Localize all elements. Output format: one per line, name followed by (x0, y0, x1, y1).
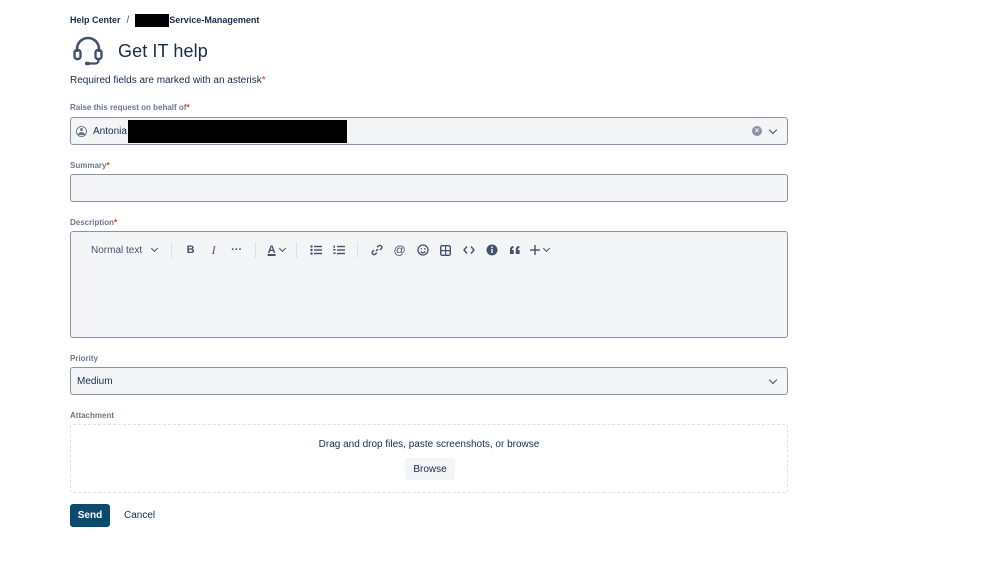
send-button[interactable]: Send (70, 504, 110, 527)
italic-button[interactable]: I (202, 242, 225, 258)
required-asterisk: * (186, 103, 190, 112)
toolbar-divider (357, 242, 359, 258)
redacted-block (127, 119, 347, 143)
redacted-block (135, 13, 170, 27)
toolbar-divider (171, 242, 173, 258)
priority-label: Priority (70, 354, 99, 363)
plus-icon (529, 245, 540, 255)
breadcrumb-separator: / (126, 14, 130, 26)
required-asterisk: * (261, 75, 266, 86)
selected-person-name: Antonia (93, 125, 127, 137)
summary-label: Summary* (70, 161, 110, 170)
required-note-text: Required fields are marked with an aster… (70, 75, 262, 86)
on-behalf-label-text: Raise this request on behalf of (70, 103, 187, 112)
bullet-list-button[interactable] (304, 242, 327, 258)
emoji-button[interactable] (411, 242, 434, 258)
code-icon (462, 246, 475, 254)
browse-button[interactable]: Browse (405, 458, 455, 480)
numbered-list-button[interactable] (327, 242, 350, 258)
chevron-down-icon[interactable] (768, 375, 778, 385)
cancel-button[interactable]: Cancel (124, 504, 155, 527)
required-asterisk: * (106, 161, 110, 170)
required-fields-note: Required fields are marked with an aster… (70, 75, 266, 86)
table-button[interactable] (434, 242, 457, 258)
description-label-text: Description (70, 218, 115, 227)
summary-input[interactable] (70, 174, 788, 202)
toolbar-divider (296, 242, 298, 258)
emoji-icon (416, 244, 429, 256)
text-style-dropdown[interactable]: Normal text (91, 242, 159, 258)
headset-icon (72, 36, 104, 66)
breadcrumb: Help Center / Service-Management (70, 13, 259, 27)
editor-toolbar: Normal text B I ··· A @ (91, 242, 552, 258)
breadcrumb-portal-link[interactable]: Service-Management (169, 15, 259, 25)
attachment-dropzone[interactable]: Drag and drop files, paste screenshots, … (70, 424, 788, 493)
text-color-button[interactable]: A (263, 242, 289, 258)
info-icon (486, 244, 498, 256)
code-button[interactable] (457, 242, 480, 258)
bold-button[interactable]: B (179, 242, 202, 258)
priority-value: Medium (77, 375, 113, 387)
priority-select[interactable]: Medium (70, 367, 788, 395)
dropzone-instructions: Drag and drop files, paste screenshots, … (318, 439, 540, 450)
breadcrumb-help-center-link[interactable]: Help Center (70, 15, 121, 25)
chevron-down-icon (151, 244, 159, 253)
text-style-label: Normal text (91, 244, 143, 256)
mention-button[interactable]: @ (388, 242, 411, 258)
text-color-icon: A (267, 244, 276, 256)
numbered-list-icon (332, 245, 345, 255)
quote-icon (509, 246, 520, 254)
description-editor[interactable]: Normal text B I ··· A @ (70, 231, 788, 338)
insert-more-button[interactable] (526, 242, 552, 258)
page-title: Get IT help (118, 40, 208, 61)
summary-label-text: Summary (70, 161, 107, 170)
table-icon (440, 244, 452, 256)
avatar (76, 125, 87, 137)
on-behalf-label: Raise this request on behalf of* (70, 103, 190, 112)
toolbar-divider (255, 242, 257, 258)
bullet-list-icon (309, 245, 322, 255)
chevron-down-icon (542, 244, 550, 253)
chevron-down-icon[interactable] (768, 125, 778, 135)
description-label: Description* (70, 218, 117, 227)
link-button[interactable] (365, 242, 388, 258)
clear-icon[interactable]: × (752, 126, 762, 136)
attachment-label: Attachment (70, 411, 115, 420)
page-header: Get IT help (72, 36, 208, 66)
mention-icon: @ (393, 243, 406, 257)
info-panel-button[interactable] (480, 242, 503, 258)
quote-button[interactable] (503, 242, 526, 258)
more-formatting-button[interactable]: ··· (225, 242, 248, 258)
on-behalf-select[interactable]: Antonia × (70, 117, 788, 145)
chevron-down-icon (278, 244, 286, 253)
required-asterisk: * (114, 218, 118, 227)
link-icon (371, 244, 383, 256)
